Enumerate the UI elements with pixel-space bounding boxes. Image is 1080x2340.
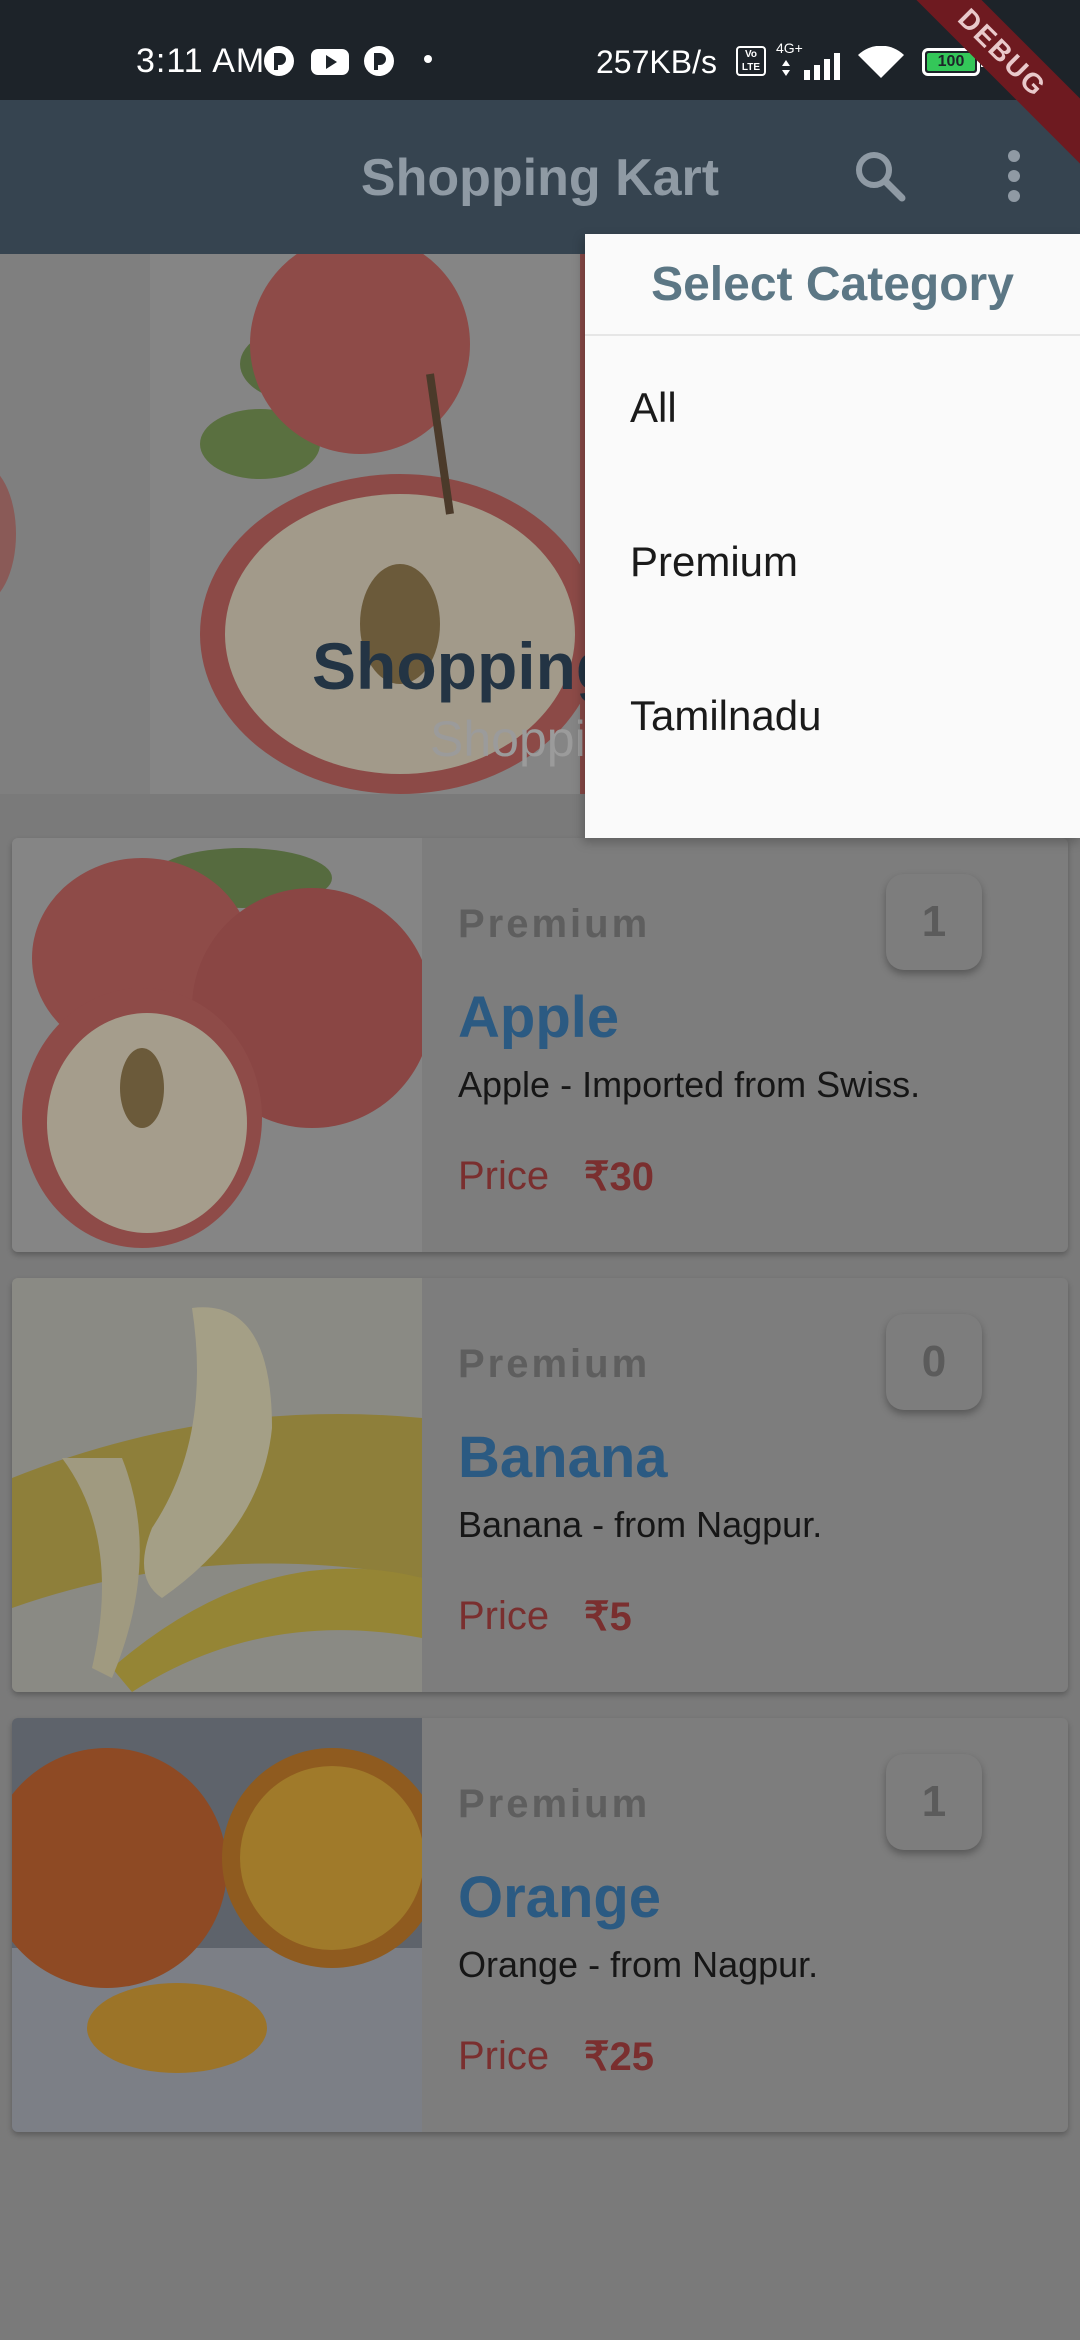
battery-level: 100 bbox=[927, 53, 975, 71]
signal-icon bbox=[782, 53, 840, 80]
product-category: Premium bbox=[458, 1342, 651, 1386]
menu-item-all[interactable]: All bbox=[585, 334, 1080, 488]
notification-app-icon bbox=[364, 46, 394, 76]
more-notifications-dot bbox=[424, 55, 432, 63]
product-card-banana[interactable]: Premium Banana Banana - from Nagpur. Pri… bbox=[12, 1278, 1068, 1692]
product-card-apple[interactable]: Premium Apple Apple - Imported from Swis… bbox=[12, 838, 1068, 1252]
hero-title: Shopping bbox=[312, 629, 617, 703]
menu-title: Select Category bbox=[585, 234, 1080, 336]
product-description: Banana - from Nagpur. bbox=[458, 1504, 823, 1545]
wifi-icon bbox=[858, 46, 904, 78]
price-label: Price bbox=[458, 1154, 550, 1198]
apple-image bbox=[12, 838, 422, 1252]
orange-image bbox=[12, 1718, 422, 2132]
product-description: Orange - from Nagpur. bbox=[458, 1944, 819, 1985]
quantity-badge[interactable]: 1 bbox=[886, 874, 982, 970]
price-value: ₹25 bbox=[584, 2035, 654, 2079]
banana-image bbox=[12, 1278, 422, 1692]
quantity-badge[interactable]: 0 bbox=[886, 1314, 982, 1410]
notification-app-icon bbox=[264, 46, 294, 76]
status-bar: 3:11 AM 257KB/s Vo LTE 4G+ 100 ⚡ bbox=[0, 0, 1080, 100]
product-category: Premium bbox=[458, 902, 651, 946]
app-title: Shopping Kart bbox=[360, 149, 720, 207]
volte-icon: Vo LTE bbox=[736, 46, 766, 76]
menu-item-label: Tamilnadu bbox=[630, 692, 822, 739]
product-name: Orange bbox=[458, 1865, 662, 1930]
menu-item-label: Premium bbox=[630, 538, 799, 585]
product-card-orange[interactable]: Premium Orange Orange - from Nagpur. Pri… bbox=[12, 1718, 1068, 2132]
quantity-badge[interactable]: 1 bbox=[886, 1754, 982, 1850]
network-speed: 257KB/s bbox=[596, 44, 717, 80]
product-description: Apple - Imported from Swiss. bbox=[458, 1064, 921, 1105]
search-icon[interactable] bbox=[852, 148, 908, 204]
price-value: ₹5 bbox=[584, 1595, 632, 1639]
price-value: ₹30 bbox=[584, 1155, 654, 1199]
status-time: 3:11 AM bbox=[136, 42, 266, 80]
product-name: Banana bbox=[458, 1425, 668, 1490]
menu-item-label: All bbox=[630, 384, 677, 431]
category-popup-menu: Select Category All Premium Tamilnadu bbox=[585, 234, 1080, 838]
menu-item-tamilnadu[interactable]: Tamilnadu bbox=[585, 642, 1080, 796]
hero-subtitle: Shoppi bbox=[430, 711, 586, 767]
product-name: Apple bbox=[458, 985, 620, 1050]
price-label: Price bbox=[458, 1594, 550, 1638]
product-category: Premium bbox=[458, 1782, 651, 1826]
app-bar: Shopping Kart bbox=[0, 100, 1080, 254]
hero-carousel-prev-image bbox=[0, 475, 16, 593]
price-label: Price bbox=[458, 2034, 550, 2078]
menu-item-premium[interactable]: Premium bbox=[585, 488, 1080, 642]
more-vert-icon[interactable] bbox=[1000, 148, 1028, 204]
youtube-icon bbox=[311, 49, 349, 75]
